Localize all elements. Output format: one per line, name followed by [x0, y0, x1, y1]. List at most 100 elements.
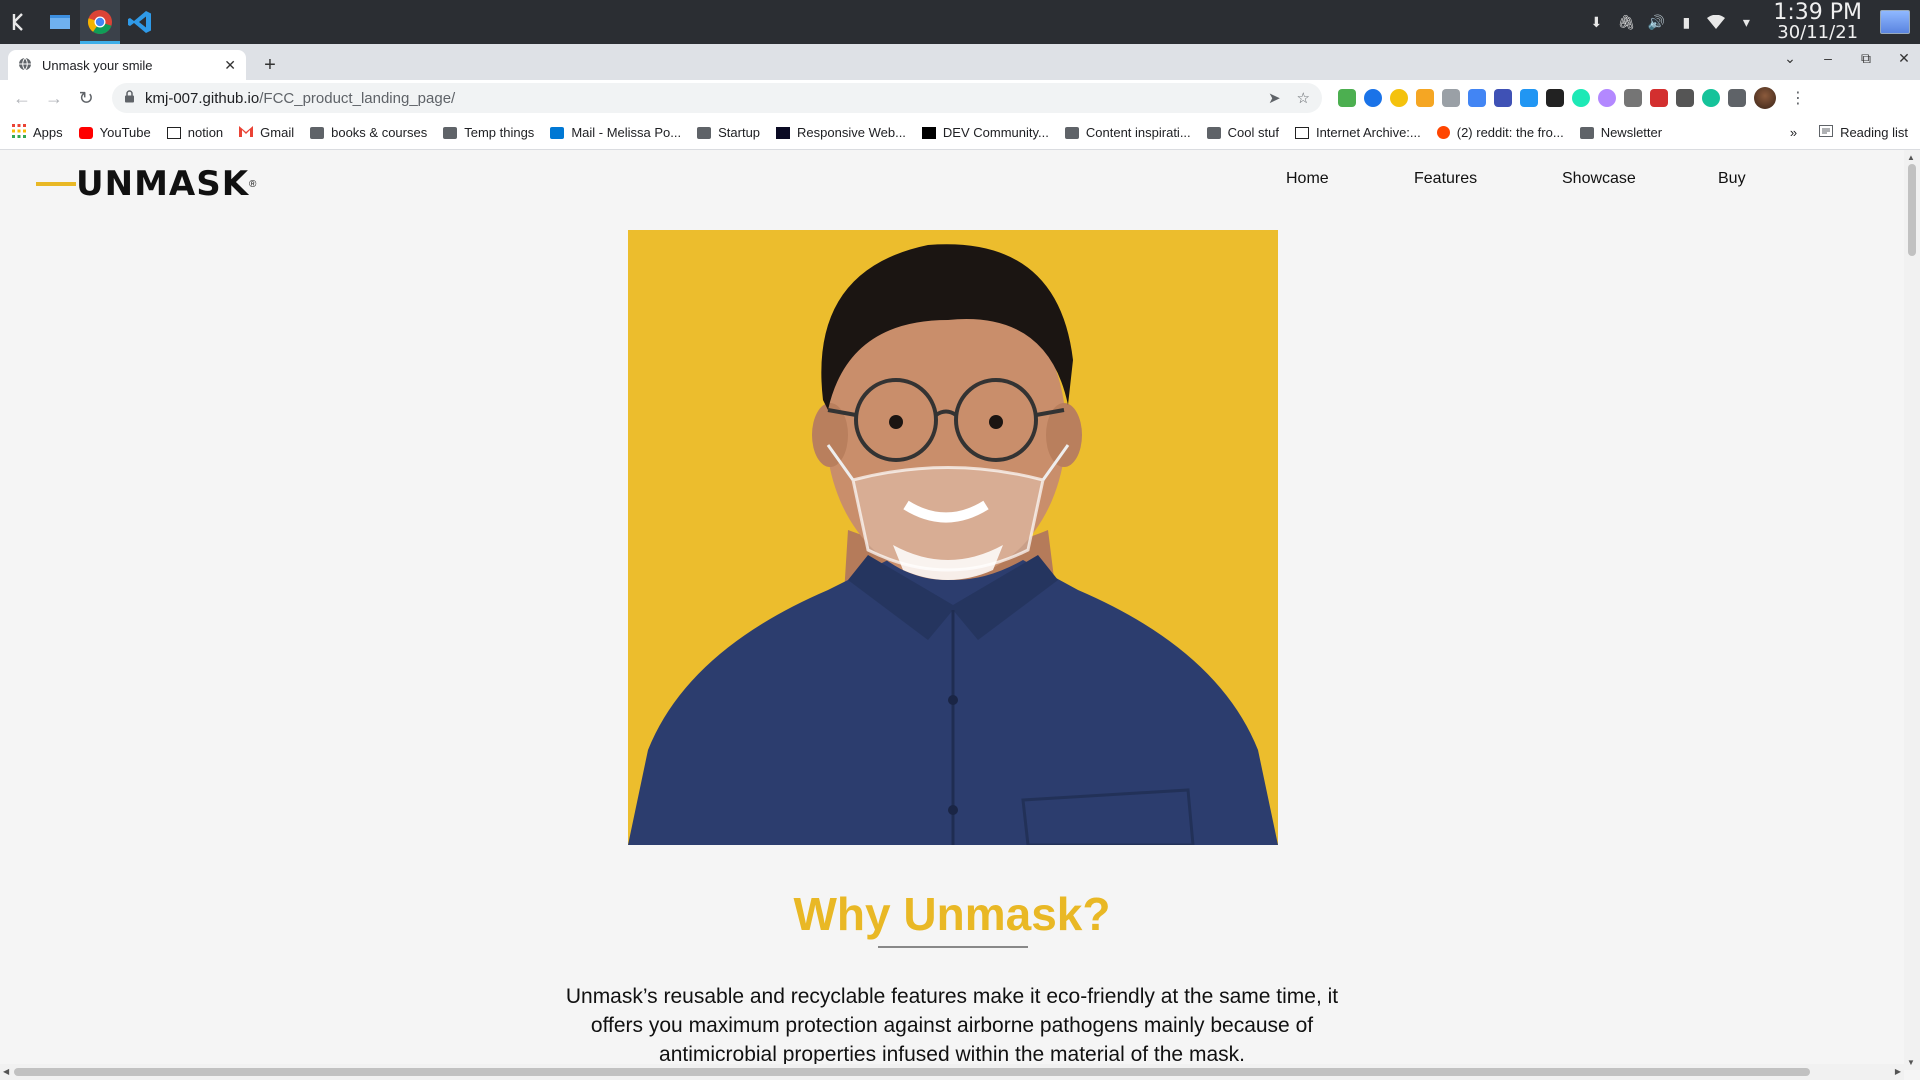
extension-icon[interactable]	[1390, 89, 1408, 107]
kde-menu-icon[interactable]	[0, 0, 40, 44]
extension-icon[interactable]	[1416, 89, 1434, 107]
extension-icon[interactable]	[1598, 89, 1616, 107]
nav-buy[interactable]: Buy	[1718, 170, 1746, 188]
outlook-icon	[550, 126, 565, 139]
nav-showcase[interactable]: Showcase	[1562, 170, 1636, 188]
bookmark-folder[interactable]: books & courses	[310, 125, 427, 140]
bookmark-notion[interactable]: notion	[166, 125, 223, 140]
extension-icon[interactable]	[1442, 89, 1460, 107]
why-unmask-heading: Why Unmask?	[793, 888, 1111, 940]
extensions-puzzle-icon[interactable]	[1728, 89, 1746, 107]
extension-icon[interactable]	[1364, 89, 1382, 107]
extension-icon[interactable]	[1572, 89, 1590, 107]
volume-icon[interactable]: 🔊	[1647, 13, 1665, 31]
extension-icon[interactable]	[1676, 89, 1694, 107]
close-tab-icon[interactable]: ✕	[224, 57, 236, 74]
bookmark-reddit[interactable]: (2) reddit: the fro...	[1436, 125, 1564, 140]
vertical-scrollbar[interactable]: ▲ ▼	[1904, 150, 1920, 1070]
toolbar: ← → ↻ kmj-007.github.io/FCC_product_land…	[0, 80, 1920, 116]
battery-icon[interactable]: ▮	[1677, 13, 1695, 31]
folder-icon	[310, 126, 325, 139]
bookmark-label: DEV Community...	[942, 125, 1049, 140]
bookmark-folder[interactable]: Temp things	[443, 125, 534, 140]
show-desktop-button[interactable]	[1880, 10, 1910, 34]
bookmark-dev[interactable]: DEV Community...	[921, 125, 1049, 140]
browser-chrome: Unmask your smile ✕ + ⌄ – ⧉ ✕ ← → ↻ kmj-…	[0, 44, 1920, 150]
nav-features[interactable]: Features	[1414, 170, 1477, 188]
more-bookmarks-button[interactable]: »	[1790, 125, 1797, 140]
profile-avatar[interactable]	[1754, 87, 1776, 109]
scroll-left-icon[interactable]: ◀	[3, 1067, 9, 1076]
gmail-icon	[239, 125, 254, 140]
address-bar[interactable]: kmj-007.github.io/FCC_product_landing_pa…	[112, 83, 1322, 113]
notion-extension-icon[interactable]	[1546, 89, 1564, 107]
folder-icon	[1579, 126, 1594, 139]
extension-icon[interactable]	[1494, 89, 1512, 107]
bookmark-apps[interactable]: Apps	[12, 124, 63, 141]
extension-icon[interactable]	[1520, 89, 1538, 107]
bookmark-label: Cool stuf	[1227, 125, 1279, 140]
bookmark-outlook[interactable]: Mail - Melissa Po...	[550, 125, 681, 140]
tab-title: Unmask your smile	[42, 57, 153, 73]
bookmark-label: Gmail	[260, 125, 295, 140]
download-icon[interactable]: ⬇	[1587, 13, 1605, 31]
send-icon[interactable]: ➤	[1268, 89, 1281, 107]
globe-icon	[18, 57, 32, 74]
chrome-icon[interactable]	[80, 0, 120, 44]
taskbar: ⬇ 🖇 🔊 ▮ ▾ 1:39 PM 30/11/21	[0, 0, 1920, 44]
minimize-icon[interactable]: –	[1820, 50, 1836, 67]
youtube-icon	[78, 126, 93, 139]
bookmark-gmail[interactable]: Gmail	[239, 125, 294, 140]
bookmark-label: Newsletter	[1600, 125, 1663, 140]
files-icon[interactable]	[40, 0, 80, 44]
bookmark-label: Mail - Melissa Po...	[571, 125, 682, 140]
scroll-up-icon[interactable]: ▲	[1907, 153, 1915, 162]
new-tab-button[interactable]: +	[256, 50, 284, 80]
bookmark-label: Content inspirati...	[1085, 125, 1191, 140]
star-icon[interactable]: ☆	[1297, 89, 1310, 107]
nav-home[interactable]: Home	[1286, 170, 1329, 188]
forward-icon[interactable]: →	[40, 84, 68, 112]
folder-icon	[697, 126, 712, 139]
tab-active[interactable]: Unmask your smile ✕	[8, 50, 246, 80]
reading-list-button[interactable]: Reading list	[1819, 125, 1908, 140]
restore-icon[interactable]: ⧉	[1858, 50, 1874, 67]
bookmark-label: Internet Archive:...	[1315, 125, 1421, 140]
extension-icon[interactable]	[1338, 89, 1356, 107]
bookmark-folder[interactable]: Content inspirati...	[1064, 125, 1191, 140]
grammarly-icon[interactable]	[1702, 89, 1720, 107]
tray-expand-icon[interactable]: ▾	[1737, 13, 1755, 31]
hero-image	[628, 230, 1278, 845]
scroll-down-icon[interactable]: ▼	[1907, 1058, 1915, 1067]
bookmark-folder[interactable]: Cool stuf	[1206, 125, 1279, 140]
clip-icon[interactable]: 🖇	[1617, 13, 1635, 31]
tab-search-icon[interactable]: ⌄	[1782, 50, 1798, 67]
horizontal-scroll-thumb[interactable]	[14, 1068, 1810, 1076]
extension-icon[interactable]	[1624, 89, 1642, 107]
site-logo[interactable]: UNMASK ®	[36, 164, 256, 204]
menu-icon[interactable]: ⋮	[1790, 88, 1806, 108]
extension-icon[interactable]	[1650, 89, 1668, 107]
scroll-right-icon[interactable]: ▶	[1895, 1067, 1901, 1076]
bookmark-label: Temp things	[464, 125, 535, 140]
clock[interactable]: 1:39 PM 30/11/21	[1767, 2, 1868, 42]
bookmark-responsive-web[interactable]: Responsive Web...	[776, 125, 906, 140]
tab-strip: Unmask your smile ✕ + ⌄ – ⧉ ✕	[0, 44, 1920, 80]
horizontal-scrollbar[interactable]: ◀ ▶	[0, 1064, 1904, 1080]
bookmark-youtube[interactable]: YouTube	[78, 125, 151, 140]
wifi-icon[interactable]	[1707, 13, 1726, 31]
lock-icon[interactable]	[124, 89, 135, 107]
back-icon[interactable]: ←	[8, 84, 36, 112]
reload-icon[interactable]: ↻	[72, 84, 100, 112]
bookmark-folder[interactable]: Newsletter	[1579, 125, 1663, 140]
clock-date: 30/11/21	[1777, 22, 1859, 43]
vertical-scroll-thumb[interactable]	[1908, 164, 1916, 256]
vscode-icon[interactable]	[120, 0, 160, 44]
url-host: kmj-007.github.io	[145, 89, 260, 107]
extension-icon[interactable]	[1468, 89, 1486, 107]
close-window-icon[interactable]: ✕	[1896, 50, 1912, 67]
bookmark-folder[interactable]: Startup	[697, 125, 760, 140]
apps-grid-icon	[12, 124, 26, 141]
notion-icon	[166, 126, 181, 139]
bookmark-internet-archive[interactable]: Internet Archive:...	[1294, 125, 1421, 140]
